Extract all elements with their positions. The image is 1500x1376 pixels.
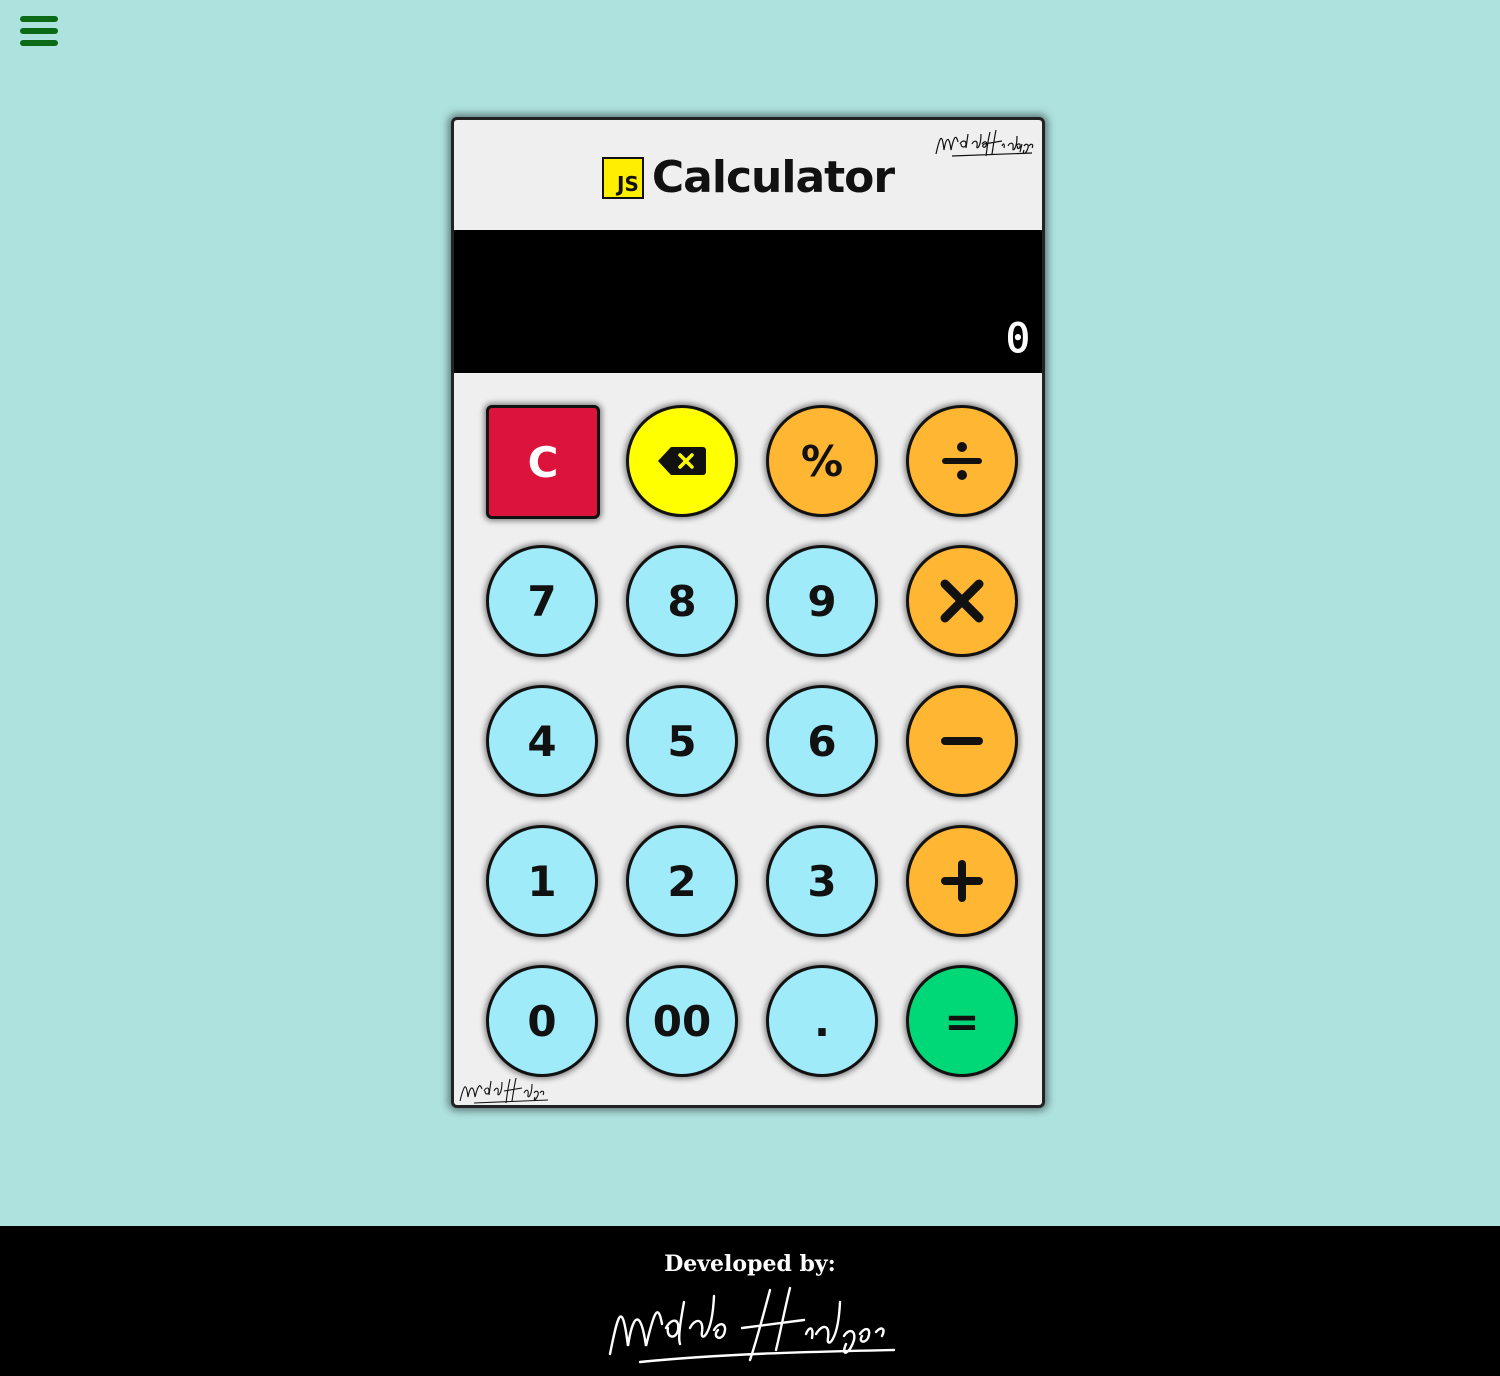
footer-label: Developed by: xyxy=(664,1251,836,1277)
footer: Developed by: xyxy=(0,1226,1500,1376)
js-logo-icon: JS xyxy=(601,156,644,199)
hamburger-menu-icon[interactable] xyxy=(20,16,62,52)
plus-button[interactable] xyxy=(906,825,1018,937)
plus-icon xyxy=(941,860,983,902)
digit-6-button[interactable]: 6 xyxy=(766,685,878,797)
backspace-icon xyxy=(658,447,706,475)
footer-signature-logo xyxy=(608,1286,896,1364)
signature-logo-bottom xyxy=(459,1077,549,1104)
percent-button[interactable]: % xyxy=(766,405,878,517)
digit-1-button[interactable]: 1 xyxy=(486,825,598,937)
digit-2-button[interactable]: 2 xyxy=(626,825,738,937)
digit-8-button[interactable]: 8 xyxy=(626,545,738,657)
digit-7-button[interactable]: 7 xyxy=(486,545,598,657)
digit-9-button[interactable]: 9 xyxy=(766,545,878,657)
digit-4-button[interactable]: 4 xyxy=(486,685,598,797)
minus-icon xyxy=(941,737,983,745)
decimal-button[interactable]: . xyxy=(766,965,878,1077)
page-title: Calculator xyxy=(651,152,895,203)
calculator: JS Calculator 0 C % 7 8 9 4 5 6 1 2 3 0 … xyxy=(451,117,1045,1108)
clear-button[interactable]: C xyxy=(486,405,600,519)
digit-3-button[interactable]: 3 xyxy=(766,825,878,937)
multiply-icon xyxy=(940,579,984,623)
digit-0-button[interactable]: 0 xyxy=(486,965,598,1077)
calculator-display: 0 xyxy=(454,230,1042,373)
digit-5-button[interactable]: 5 xyxy=(626,685,738,797)
divide-button[interactable] xyxy=(906,405,1018,517)
backspace-button[interactable] xyxy=(626,405,738,517)
minus-button[interactable] xyxy=(906,685,1018,797)
display-value: 0 xyxy=(1005,316,1032,362)
double-zero-button[interactable]: 00 xyxy=(626,965,738,1077)
calculator-header: JS Calculator xyxy=(454,120,1042,230)
keypad: C % 7 8 9 4 5 6 1 2 3 0 00 . = xyxy=(483,402,1023,1082)
multiply-button[interactable] xyxy=(906,545,1018,657)
title-wrap: JS Calculator xyxy=(454,152,1042,203)
equals-button[interactable]: = xyxy=(906,965,1018,1077)
divide-icon xyxy=(942,442,982,480)
